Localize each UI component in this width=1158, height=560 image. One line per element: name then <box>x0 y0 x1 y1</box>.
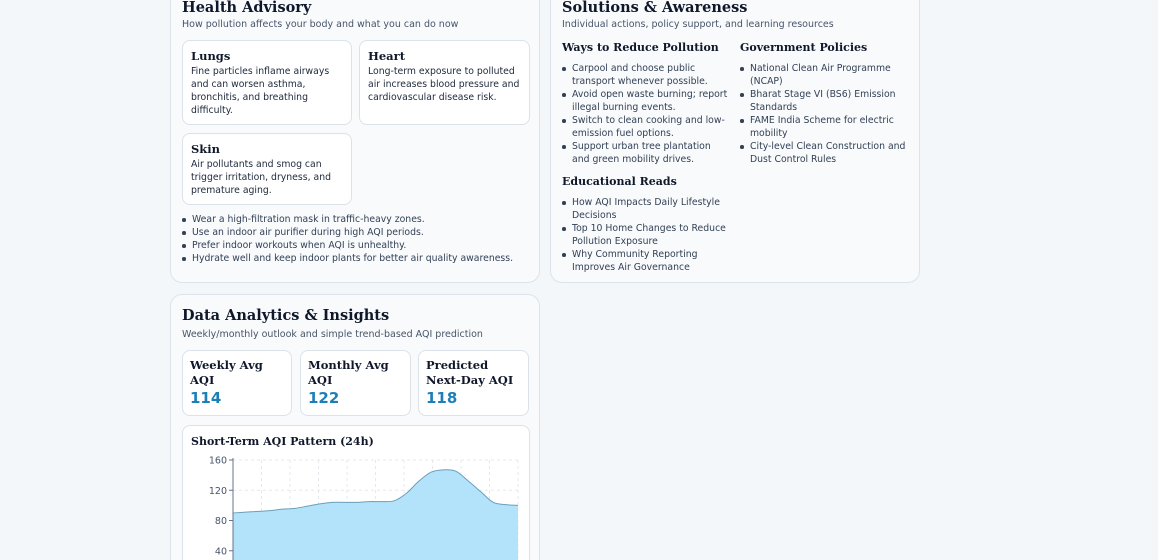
government-policies-list: National Clean Air Programme (NCAP) Bhar… <box>740 62 908 166</box>
heart-text: Long-term exposure to polluted air incre… <box>368 66 520 103</box>
health-tips-list: Wear a high-filtration mask in traffic-h… <box>182 213 513 265</box>
list-item: City-level Clean Construction and Dust C… <box>740 140 908 166</box>
aqi-chart-box: Short-Term AQI Pattern (24h) 40 80 120 160 <box>182 425 530 560</box>
government-policies-heading: Government Policies <box>740 41 868 54</box>
list-item: National Clean Air Programme (NCAP) <box>740 62 908 88</box>
monthly-avg-label: Monthly Avg AQI <box>308 358 389 387</box>
weekly-avg-stat: Weekly Avg AQI 114 <box>182 350 292 416</box>
list-item: Bharat Stage VI (BS6) Emission Standards <box>740 88 908 114</box>
heart-card: Heart Long-term exposure to polluted air… <box>359 40 530 125</box>
predicted-aqi-label: Predicted Next-Day AQI <box>426 358 514 387</box>
aqi-area-chart: 40 80 120 160 <box>209 456 519 560</box>
list-item: Wear a high-filtration mask in traffic-h… <box>182 213 513 226</box>
reading-link[interactable]: How AQI Impacts Daily Lifestyle Decision… <box>562 196 737 222</box>
monthly-avg-stat: Monthly Avg AQI 122 <box>300 350 411 416</box>
weekly-avg-label: Weekly Avg AQI <box>190 358 263 387</box>
analytics-title: Data Analytics & Insights <box>182 307 390 324</box>
educational-reads-list: How AQI Impacts Daily Lifestyle Decision… <box>562 196 737 274</box>
reading-link[interactable]: Top 10 Home Changes to Reduce Pollution … <box>562 222 737 248</box>
y-tick-label: 40 <box>215 546 227 557</box>
lungs-card: Lungs Fine particles inflame airways and… <box>182 40 352 125</box>
reading-link[interactable]: Why Community Reporting Improves Air Gov… <box>562 248 737 274</box>
skin-heading: Skin <box>191 142 221 156</box>
analytics-subtitle: Weekly/monthly outlook and simple trend-… <box>182 329 483 340</box>
lungs-text: Fine particles inflame airways and can w… <box>191 66 330 116</box>
y-tick-label: 120 <box>209 486 227 497</box>
predicted-aqi-value: 118 <box>426 389 458 407</box>
predicted-aqi-stat: Predicted Next-Day AQI 118 <box>418 350 529 416</box>
solutions-title: Solutions & Awareness <box>562 0 748 16</box>
heart-heading: Heart <box>368 49 406 63</box>
lungs-heading: Lungs <box>191 49 231 63</box>
skin-card: Skin Air pollutants and smog can trigger… <box>182 133 352 205</box>
reduce-pollution-heading: Ways to Reduce Pollution <box>562 41 719 54</box>
list-item: Avoid open waste burning; report illegal… <box>562 88 730 114</box>
educational-reads-heading: Educational Reads <box>562 175 677 188</box>
list-item: Hydrate well and keep indoor plants for … <box>182 252 513 265</box>
solutions-card: Solutions & Awareness Individual actions… <box>550 0 920 283</box>
health-advisory-title: Health Advisory <box>182 0 312 16</box>
monthly-avg-value: 122 <box>308 389 340 407</box>
aqi-area-fill <box>233 469 518 560</box>
health-advisory-card: Health Advisory How pollution affects yo… <box>170 0 540 283</box>
weekly-avg-value: 114 <box>190 389 222 407</box>
list-item: Use an indoor air purifier during high A… <box>182 226 513 239</box>
list-item: Prefer indoor workouts when AQI is unhea… <box>182 239 513 252</box>
y-tick-label: 80 <box>215 516 227 527</box>
list-item: Support urban tree plantation and green … <box>562 140 730 166</box>
health-advisory-subtitle: How pollution affects your body and what… <box>182 19 459 30</box>
list-item: Switch to clean cooking and low-emission… <box>562 114 730 140</box>
list-item: Carpool and choose public transport when… <box>562 62 730 88</box>
reduce-pollution-list: Carpool and choose public transport when… <box>562 62 730 166</box>
y-tick-label: 160 <box>209 456 227 467</box>
list-item: FAME India Scheme for electric mobility <box>740 114 908 140</box>
solutions-subtitle: Individual actions, policy support, and … <box>562 19 834 30</box>
data-analytics-card: Data Analytics & Insights Weekly/monthly… <box>170 294 540 560</box>
skin-text: Air pollutants and smog can trigger irri… <box>191 159 331 196</box>
